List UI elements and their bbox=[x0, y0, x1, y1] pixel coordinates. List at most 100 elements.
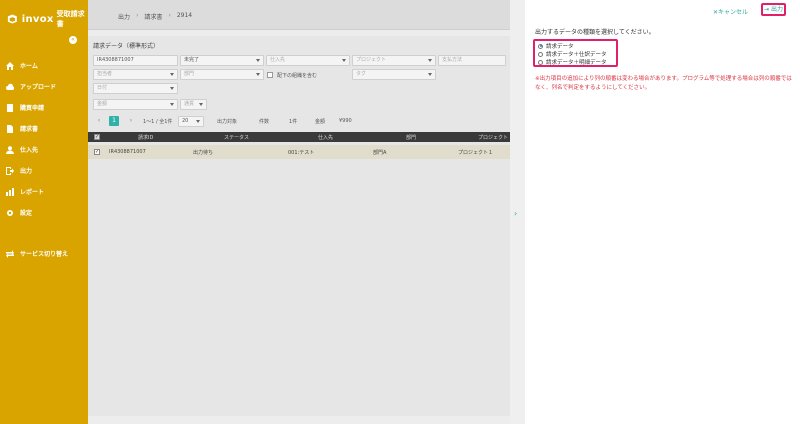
sidebar-nav: ホーム アップロード 購買申請 請求書 仕入先 出力 レポート 設定 サービス切… bbox=[0, 55, 88, 264]
payment-filter[interactable]: 支払方法 bbox=[438, 55, 506, 66]
per-page-value: 20 bbox=[182, 118, 189, 124]
switch-icon bbox=[6, 249, 14, 258]
table-row[interactable]: ✓ IR4308871007 出力待ち 001:テスト 部門A プロジェクト１ bbox=[88, 145, 510, 159]
row-checkbox[interactable]: ✓ bbox=[94, 149, 100, 155]
cell-dept: 部門A bbox=[373, 150, 387, 156]
breadcrumb-separator: › bbox=[136, 12, 139, 19]
sidebar-item-reports[interactable]: レポート bbox=[0, 181, 88, 202]
column-header-supplier[interactable]: 仕入先 bbox=[318, 134, 333, 141]
tag-filter[interactable]: タグ bbox=[352, 69, 436, 80]
sidebar-item-suppliers[interactable]: 仕入先 bbox=[0, 139, 88, 160]
dept-filter[interactable]: 部門 bbox=[180, 69, 264, 80]
column-header-dept[interactable]: 部門 bbox=[406, 134, 416, 141]
sidebar-item-label: 仕入先 bbox=[20, 147, 39, 154]
export-icon bbox=[6, 166, 14, 175]
sidebar-item-label: 設定 bbox=[20, 210, 33, 217]
option-label: 請求データ bbox=[546, 44, 574, 50]
chevron-down-icon bbox=[428, 59, 432, 62]
currency-filter[interactable]: 通貨 bbox=[180, 99, 207, 110]
chart-icon bbox=[6, 187, 14, 196]
invoice-data-card: 請求データ（標準形式） IR4308871007 未完了 仕入先 プロジェクト … bbox=[88, 36, 510, 416]
sidebar-item-upload[interactable]: アップロード bbox=[0, 76, 88, 97]
sidebar-item-purchase-request[interactable]: 購買申請 bbox=[0, 97, 88, 118]
radio-unselected[interactable] bbox=[538, 51, 543, 57]
status-filter[interactable]: 未完了 bbox=[180, 55, 264, 66]
chevron-down-icon bbox=[199, 103, 203, 106]
column-header-project[interactable]: プロジェクト bbox=[478, 134, 508, 141]
sidebar-item-label: 請求書 bbox=[20, 126, 39, 133]
amount-filter-placeholder: 金額 bbox=[97, 101, 108, 107]
count-value: 1件 bbox=[289, 119, 298, 125]
chevron-down-icon bbox=[256, 73, 260, 76]
project-filter[interactable]: プロジェクト bbox=[352, 55, 436, 66]
sidebar-item-invoices[interactable]: 請求書 bbox=[0, 118, 88, 139]
chevron-down-icon bbox=[196, 120, 200, 123]
column-order-note: ※出力項目の追加により列の順番は変わる場合があります。プログラム等で処理する場合… bbox=[535, 76, 792, 91]
sub-org-checkbox[interactable] bbox=[267, 72, 273, 78]
per-page-select[interactable]: 20 bbox=[178, 116, 204, 127]
brand-name: invox bbox=[21, 13, 54, 25]
option-invoice-data[interactable]: 請求データ bbox=[538, 42, 574, 50]
radio-selected[interactable] bbox=[538, 43, 543, 49]
date-filter[interactable]: 日付 bbox=[93, 83, 178, 94]
output-button[interactable]: ⇥ 出力 bbox=[761, 3, 786, 16]
sidebar-item-home[interactable]: ホーム bbox=[0, 55, 88, 76]
select-all-checkbox[interactable]: ✓ bbox=[94, 134, 100, 140]
cell-status: 出力待ち bbox=[193, 150, 214, 156]
sidebar-item-label: ホーム bbox=[20, 63, 38, 70]
option-invoice-detail-data[interactable]: 請求データ＋明細データ bbox=[538, 58, 607, 66]
supplier-filter[interactable]: 仕入先 bbox=[266, 55, 350, 66]
column-header-status[interactable]: ステータス bbox=[224, 134, 249, 141]
amount-label: 金額 bbox=[315, 119, 326, 125]
breadcrumb-separator: › bbox=[168, 12, 171, 19]
sidebar-item-label: 購買申請 bbox=[20, 105, 45, 112]
chevron-left-icon[interactable]: « bbox=[69, 36, 77, 44]
radio-unselected[interactable] bbox=[538, 59, 543, 65]
cell-invoice-id: IR4308871007 bbox=[109, 149, 146, 155]
app-logo[interactable]: invox 受取請求書 bbox=[7, 9, 88, 29]
prev-page-button[interactable]: ‹ bbox=[94, 116, 104, 126]
breadcrumb-item-output[interactable]: 出力 bbox=[118, 12, 130, 21]
cancel-button[interactable]: ✕キャンセル bbox=[713, 7, 748, 16]
sub-org-label: 配下の組織を含む bbox=[277, 73, 318, 79]
output-label: 出力 bbox=[770, 6, 783, 13]
sidebar-item-switch-service[interactable]: サービス切り替え bbox=[0, 243, 88, 264]
count-label: 件数 bbox=[259, 119, 270, 125]
status-filter-value: 未完了 bbox=[184, 57, 200, 63]
supplier-filter-placeholder: 仕入先 bbox=[270, 57, 286, 63]
option-invoice-journal-data[interactable]: 請求データ＋仕訳データ bbox=[538, 50, 607, 58]
next-page-button[interactable]: › bbox=[126, 116, 136, 126]
sidebar-item-label: アップロード bbox=[20, 84, 57, 91]
sidebar-item-label: 出力 bbox=[20, 168, 33, 175]
chevron-down-icon bbox=[170, 87, 174, 90]
cloud-upload-icon bbox=[6, 83, 14, 90]
cancel-label: キャンセル bbox=[718, 9, 749, 16]
tag-filter-placeholder: タグ bbox=[356, 71, 367, 77]
person-icon bbox=[6, 145, 14, 154]
instruction-text: 出力するデータの種類を選択してください。 bbox=[535, 29, 655, 36]
chevron-down-icon bbox=[170, 73, 174, 76]
breadcrumb-item-invoices[interactable]: 請求書 bbox=[144, 12, 162, 21]
cell-project: プロジェクト１ bbox=[458, 150, 494, 156]
sidebar-item-output[interactable]: 出力 bbox=[0, 160, 88, 181]
person-filter[interactable]: 担当者 bbox=[93, 69, 178, 80]
option-label: 請求データ＋仕訳データ bbox=[546, 52, 607, 58]
chevron-down-icon bbox=[342, 59, 346, 62]
date-filter-placeholder: 日付 bbox=[97, 85, 108, 91]
product-name: 受取請求書 bbox=[56, 10, 85, 28]
gear-icon bbox=[7, 209, 13, 216]
sidebar-item-settings[interactable]: 設定 bbox=[0, 202, 88, 223]
invoice-no-filter[interactable]: IR4308871007 bbox=[93, 55, 178, 66]
chevron-right-icon[interactable]: › bbox=[514, 209, 517, 218]
page-range: 1〜1 / 全1件 bbox=[143, 119, 173, 125]
column-header-invoice-id[interactable]: 請求ID bbox=[138, 134, 153, 141]
amount-filter[interactable]: 金額 bbox=[93, 99, 178, 110]
dept-filter-placeholder: 部門 bbox=[184, 71, 195, 77]
chevron-down-icon bbox=[170, 103, 174, 106]
export-icon: ⇥ bbox=[764, 6, 770, 13]
person-filter-placeholder: 担当者 bbox=[97, 71, 113, 77]
page-1-button[interactable]: 1 bbox=[109, 116, 119, 126]
chevron-down-icon bbox=[256, 59, 260, 62]
output-panel: ✕キャンセル ⇥ 出力 出力するデータの種類を選択してください。 請求データ 請… bbox=[525, 0, 800, 424]
